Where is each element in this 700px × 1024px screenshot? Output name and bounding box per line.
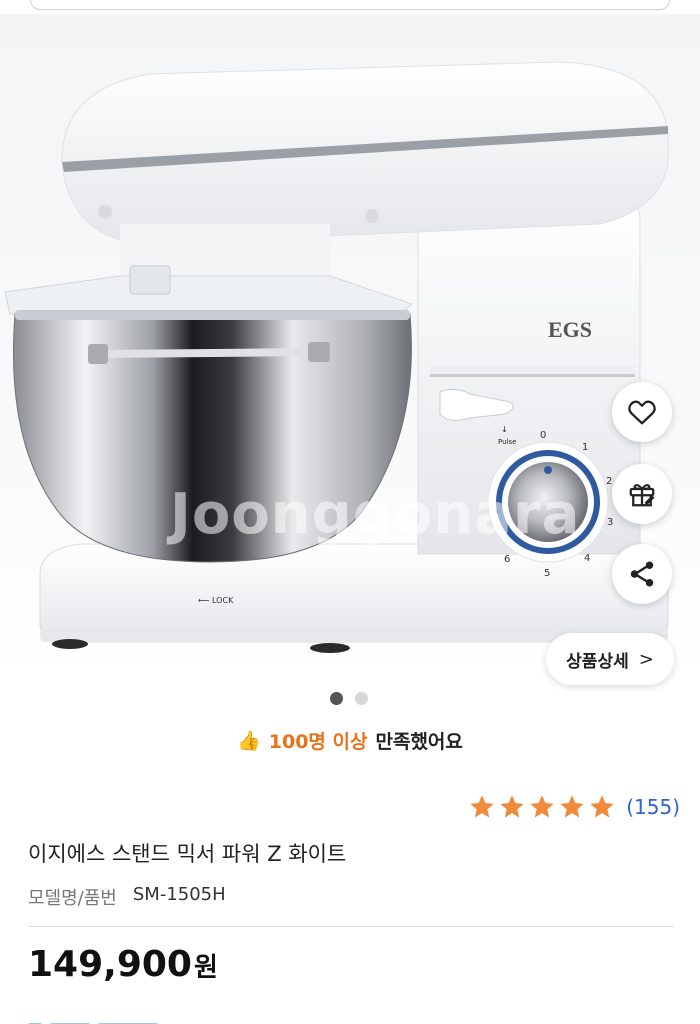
svg-text:2: 2 — [606, 476, 612, 487]
svg-text:EGS: EGS — [548, 317, 592, 342]
product-detail-label: 상품상세 — [566, 651, 629, 672]
satisfaction-banner: 👍 100명 이상 만족했어요 — [0, 718, 700, 762]
product-title: 이지에스 스탠드 믹서 파워 Z 화이트 — [28, 842, 347, 866]
model-value: SM-1505H — [132, 884, 226, 905]
model-label: 모델명/품번 — [28, 888, 117, 909]
gift-icon — [629, 484, 655, 507]
svg-text:3: 3 — [607, 517, 613, 528]
divider — [28, 926, 674, 927]
share-button[interactable] — [612, 544, 672, 604]
price-amount: 149,900 — [28, 944, 192, 985]
star-icon — [470, 795, 494, 818]
product-detail-button[interactable]: 상품상세 > — [546, 633, 674, 685]
satisfaction-highlight: 100명 이상 — [268, 730, 368, 753]
star-icon — [590, 795, 614, 818]
star-icon — [500, 795, 524, 818]
svg-text:⟵ LOCK: ⟵ LOCK — [198, 596, 234, 605]
top-bar — [0, 0, 700, 14]
thumbs-up-icon: 👍 — [237, 729, 261, 752]
chevron-right-icon: > — [638, 648, 654, 670]
stand-mixer-illustration: ⟵ LOCK EGS ↓ Pulse 0 1 2 3 4 5 6 — [4, 61, 669, 653]
star-icon — [560, 795, 584, 818]
svg-text:0: 0 — [540, 430, 546, 441]
price: 149,900 원 — [28, 944, 218, 985]
satisfaction-text: 만족했어요 — [375, 730, 463, 753]
gift-button[interactable] — [612, 464, 672, 524]
svg-text:6: 6 — [504, 554, 510, 565]
star-rating — [468, 793, 616, 821]
svg-text:4: 4 — [584, 553, 590, 564]
search-field-edge[interactable] — [30, 0, 670, 10]
share-icon — [630, 561, 654, 587]
watermark-text: Joonggonara — [170, 482, 581, 547]
svg-text:5: 5 — [544, 568, 550, 579]
svg-text:1: 1 — [582, 442, 588, 453]
like-button[interactable] — [612, 382, 672, 442]
rating-summary[interactable]: (155) — [468, 793, 680, 821]
svg-text:Pulse: Pulse — [498, 438, 516, 446]
model-info: 모델명/품번 SM-1505H — [28, 884, 226, 910]
price-unit: 원 — [193, 953, 218, 983]
gallery-pager — [330, 692, 368, 705]
product-image[interactable]: ⟵ LOCK EGS ↓ Pulse 0 1 2 3 4 5 6 Joonggo… — [0, 14, 700, 680]
next-section-peek — [28, 1014, 328, 1024]
svg-text:↓: ↓ — [501, 425, 508, 434]
review-count[interactable]: (155) — [626, 795, 680, 819]
heart-icon — [628, 400, 656, 425]
pager-dot[interactable] — [355, 692, 368, 705]
pager-dot-active[interactable] — [330, 692, 343, 705]
star-icon — [530, 795, 554, 818]
